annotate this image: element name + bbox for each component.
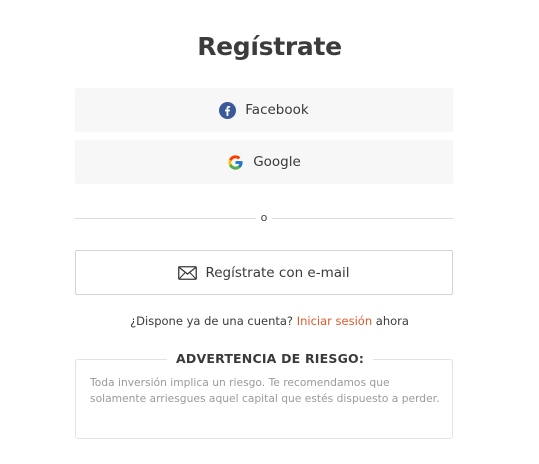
divider-line-right xyxy=(272,218,453,219)
google-icon xyxy=(227,154,244,171)
risk-warning-title: ADVERTENCIA DE RIESGO: xyxy=(167,351,374,367)
facebook-icon xyxy=(219,101,237,119)
login-prompt: ¿Dispone ya de una cuenta? Iniciar sesió… xyxy=(0,314,539,328)
or-divider: o xyxy=(75,211,453,225)
risk-warning-box: ADVERTENCIA DE RIESGO: Toda inversión im… xyxy=(75,351,453,439)
login-link[interactable]: Iniciar sesión xyxy=(297,314,372,328)
facebook-button-label: Facebook xyxy=(245,102,309,118)
envelope-icon xyxy=(178,265,198,280)
google-button-label: Google xyxy=(253,154,301,170)
facebook-signup-button[interactable]: Facebook xyxy=(75,88,453,132)
login-suffix: ahora xyxy=(375,314,409,328)
email-signup-button[interactable]: Regístrate con e-mail xyxy=(75,250,453,295)
login-prompt-text: ¿Dispone ya de una cuenta? xyxy=(130,314,294,328)
email-button-label: Regístrate con e-mail xyxy=(205,264,350,281)
page-title: Regístrate xyxy=(197,32,342,61)
risk-warning-text: Toda inversión implica un riesgo. Te rec… xyxy=(90,376,440,405)
google-signup-button[interactable]: Google xyxy=(75,140,453,184)
